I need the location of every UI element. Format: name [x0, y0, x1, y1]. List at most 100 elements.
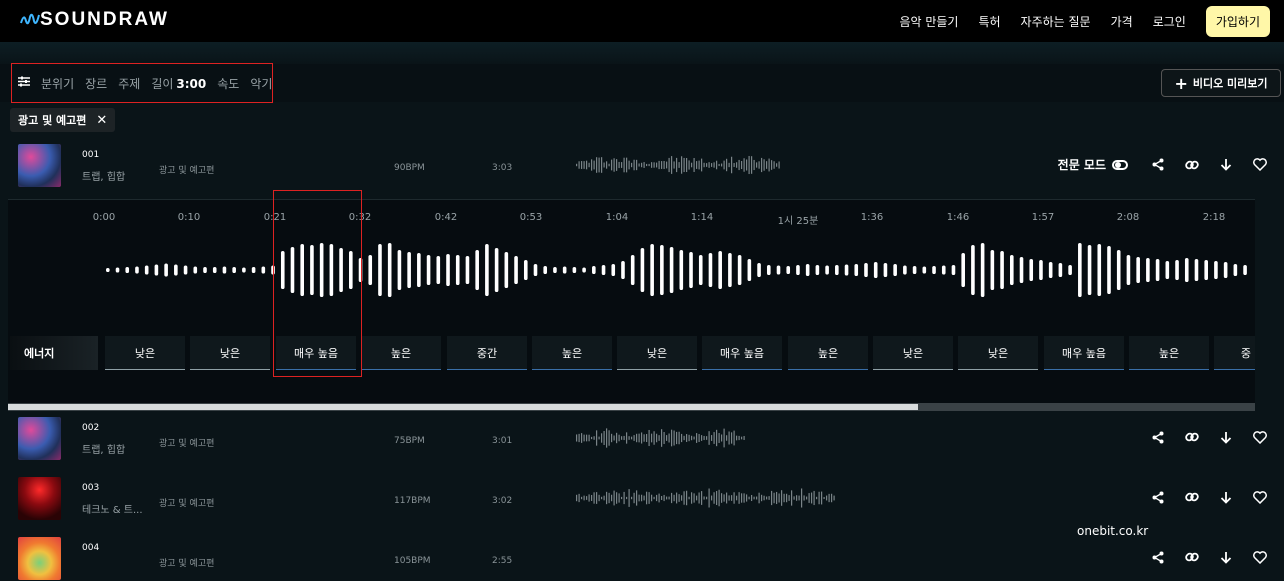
waveform-bar	[1116, 250, 1121, 290]
waveform-bar	[1243, 265, 1247, 275]
energy-segment[interactable]: 높은	[788, 336, 868, 370]
mini-waveform-bar	[673, 430, 675, 446]
mini-waveform-bar	[763, 495, 765, 501]
signup-button[interactable]: 가입하기	[1205, 5, 1270, 37]
close-icon[interactable]: ✕	[96, 113, 107, 128]
energy-underline	[447, 369, 527, 370]
energy-segment[interactable]: 낮은	[105, 336, 185, 370]
filter-length[interactable]: 길이 3:00	[151, 75, 206, 92]
mini-waveform-bar	[588, 434, 590, 442]
nav-pricing[interactable]: 가격	[1111, 13, 1133, 30]
timeline-tick: 0:10	[177, 212, 201, 223]
energy-segment[interactable]: 매우 높음	[702, 336, 782, 370]
active-filter-chip[interactable]: 광고 및 예고편 ✕	[10, 108, 116, 132]
share-icon[interactable]	[1150, 157, 1166, 173]
track-number: 003	[82, 483, 100, 493]
nav-patent[interactable]: 특허	[978, 13, 1000, 30]
toggle-icon	[1112, 159, 1128, 170]
mini-waveform-bar	[751, 494, 753, 502]
link-icon[interactable]	[1184, 157, 1200, 173]
energy-segment[interactable]: 중간	[447, 336, 527, 370]
energy-underline	[190, 369, 270, 370]
download-icon[interactable]	[1218, 489, 1234, 505]
filter-instrument[interactable]: 악기	[250, 75, 272, 92]
track-mini-waveform[interactable]	[576, 425, 836, 451]
download-icon[interactable]	[1218, 157, 1234, 173]
mini-waveform-bar	[591, 495, 593, 501]
main-waveform[interactable]	[0, 240, 1284, 302]
nav-create-music[interactable]: 음악 만들기	[899, 13, 958, 30]
link-icon[interactable]	[1184, 489, 1200, 505]
track-mini-waveform[interactable]	[576, 152, 836, 178]
filter-sliders-icon[interactable]	[18, 76, 30, 90]
nav-faq[interactable]: 자주하는 질문	[1021, 13, 1091, 30]
share-icon[interactable]	[1150, 549, 1166, 565]
filter-genre[interactable]: 장르	[85, 75, 107, 92]
track-row[interactable]: 003 테크노 & 트... 광고 및 예고편 117BPM 3:02	[0, 477, 1284, 521]
mini-waveform-bar	[576, 434, 578, 442]
mini-waveform-bar	[738, 492, 740, 504]
download-icon[interactable]	[1218, 549, 1234, 565]
share-icon[interactable]	[1150, 429, 1166, 445]
mini-waveform-bar	[633, 159, 635, 171]
energy-level: 높은	[561, 347, 583, 360]
link-icon[interactable]	[1184, 549, 1200, 565]
mini-waveform-bar	[688, 160, 690, 170]
link-icon[interactable]	[1184, 429, 1200, 445]
heart-icon[interactable]	[1252, 429, 1268, 445]
track-row[interactable]: 002 트랩, 힙합 광고 및 예고편 75BPM 3:01	[0, 417, 1284, 461]
mini-waveform-bar	[646, 433, 648, 443]
mini-waveform-bar	[733, 163, 735, 167]
filter-mood[interactable]: 분위기	[41, 75, 74, 92]
share-icon[interactable]	[1150, 489, 1166, 505]
mini-waveform-bar	[666, 496, 668, 500]
mini-waveform-bar	[698, 492, 700, 504]
energy-segment[interactable]: 낮은	[190, 336, 270, 370]
mini-waveform-bar	[726, 435, 728, 441]
nav-login[interactable]: 로그인	[1153, 13, 1186, 30]
energy-segment[interactable]: 높은	[361, 336, 441, 370]
horizontal-scrollbar[interactable]	[8, 403, 1255, 411]
mini-waveform-bar	[741, 493, 743, 503]
energy-segment[interactable]: 높은	[1129, 336, 1209, 370]
energy-segment[interactable]: 높은	[532, 336, 612, 370]
expert-mode-toggle[interactable]: 전문 모드	[1058, 156, 1128, 173]
filter-length-value: 3:00	[176, 76, 207, 91]
track-theme: 광고 및 예고편	[159, 166, 215, 176]
mini-waveform-bar	[591, 436, 593, 440]
mini-waveform-bar	[833, 495, 835, 501]
track-mini-waveform[interactable]	[576, 485, 836, 511]
waveform-bar	[1039, 260, 1043, 280]
download-icon[interactable]	[1218, 429, 1234, 445]
track-row[interactable]: 004 광고 및 예고편 105BPM 2:55	[0, 537, 1284, 581]
heart-icon[interactable]	[1252, 157, 1268, 173]
filter-tempo[interactable]: 속도	[217, 75, 239, 92]
heart-icon[interactable]	[1252, 489, 1268, 505]
waveform-bar	[164, 263, 168, 277]
filter-theme[interactable]: 주제	[118, 75, 140, 92]
energy-segment[interactable]: 매우 높음	[1044, 336, 1124, 370]
header-band	[0, 42, 1284, 64]
track-row[interactable]: 001 트랩, 힙합 광고 및 예고편 90BPM 3:03 전문 모드	[0, 144, 1284, 188]
track-number: 004	[82, 543, 100, 553]
mini-waveform-bar	[733, 430, 735, 446]
energy-segment[interactable]: 낮은	[958, 336, 1038, 370]
mini-waveform-bar	[676, 431, 678, 445]
mini-waveform-bar	[748, 155, 750, 175]
mini-waveform-bar	[603, 430, 605, 446]
energy-segment[interactable]: 낮은	[617, 336, 697, 370]
mini-waveform-bar	[643, 162, 645, 168]
mini-waveform-bar	[731, 432, 733, 444]
timeline-tick: 2:08	[1116, 212, 1140, 223]
energy-segment[interactable]: 낮은	[873, 336, 953, 370]
energy-segment[interactable]: 중	[1214, 336, 1255, 370]
waveform-bar	[1136, 257, 1140, 283]
logo[interactable]: SOUNDRAW	[20, 9, 169, 31]
waveform-bar	[485, 244, 489, 296]
scrollbar-thumb[interactable]	[8, 404, 919, 410]
mini-waveform-bar	[626, 157, 628, 173]
mini-waveform-bar	[743, 493, 745, 503]
mini-waveform-bar	[708, 488, 710, 508]
video-preview-button[interactable]: + 비디오 미리보기	[1161, 69, 1281, 97]
heart-icon[interactable]	[1252, 549, 1268, 565]
